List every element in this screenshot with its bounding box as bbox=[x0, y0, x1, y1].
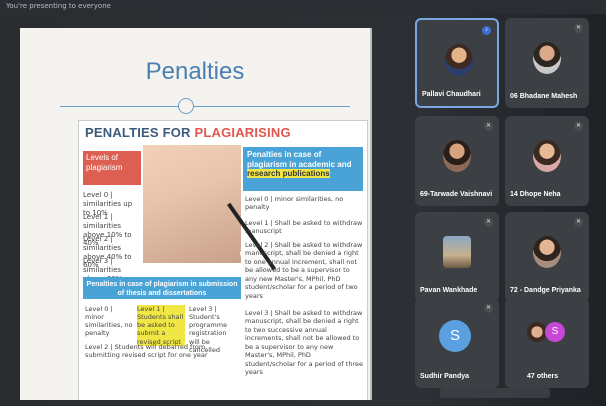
others-initial-avatar: S bbox=[545, 322, 565, 342]
infographic-heading: PENALTIES FOR PLAGIARISING bbox=[85, 125, 291, 140]
participant-name: 06 Bhadane Mahesh bbox=[510, 93, 578, 100]
participant-avatar bbox=[443, 140, 471, 172]
meeting-control-bar[interactable] bbox=[440, 388, 550, 398]
speaking-icon: ♪ bbox=[482, 26, 491, 35]
writing-hand-image bbox=[143, 145, 307, 289]
participant-avatar bbox=[533, 236, 561, 268]
participant-name: 69-Tarwade Vaishnavi bbox=[420, 191, 493, 198]
slide-infographic: PENALTIES FOR PLAGIARISING Levels of pla… bbox=[78, 120, 368, 400]
others-tile[interactable]: S 47 others bbox=[505, 298, 589, 388]
publication-penalty-item: Level 1 | Shall be asked to withdraw man… bbox=[245, 219, 363, 236]
participant-avatar bbox=[443, 236, 471, 268]
slide-title: Penalties bbox=[145, 58, 245, 85]
heading-accent: PLAGIARISING bbox=[194, 125, 291, 140]
participant-name: Pallavi Chaudhari bbox=[422, 91, 481, 98]
others-avatar bbox=[527, 322, 547, 342]
mic-off-icon: ✕ bbox=[574, 122, 583, 131]
publication-penalty-item: Level 0 | minor similarities, no penalty bbox=[245, 195, 344, 212]
publications-header: Penalties in case of plagiarism in acade… bbox=[243, 147, 363, 191]
participant-initial-avatar: S bbox=[439, 320, 471, 352]
slide-divider bbox=[60, 106, 350, 107]
participant-avatar bbox=[445, 44, 473, 76]
participant-name: 14 Dhope Neha bbox=[510, 191, 561, 198]
mic-off-icon: ✕ bbox=[484, 122, 493, 131]
heading-prefix: PENALTIES FOR bbox=[85, 125, 195, 140]
others-count: 47 others bbox=[527, 373, 559, 380]
mic-off-icon: ✕ bbox=[484, 304, 493, 313]
thesis-banner: Penalties in case of plagiarism in submi… bbox=[83, 277, 241, 299]
participant-name: 72 - Dandge Priyanka bbox=[510, 287, 581, 294]
participant-avatar bbox=[533, 140, 561, 172]
participant-avatar bbox=[533, 42, 561, 74]
mic-off-icon: ✕ bbox=[574, 218, 583, 227]
publication-penalty-item: Level 3 | Shall be asked to withdraw man… bbox=[245, 309, 363, 377]
mic-off-icon: ✕ bbox=[574, 24, 583, 33]
participant-tile[interactable]: ✕ 69-Tarwade Vaishnavi bbox=[415, 116, 499, 206]
participant-tile[interactable]: ✕ S Sudhir Pandya bbox=[415, 298, 499, 388]
participant-tile[interactable]: ✕ Pavan Wankhade bbox=[415, 212, 499, 302]
participant-name: Sudhir Pandya bbox=[420, 373, 470, 380]
publications-header-text: Penalties in case of plagiarism in acade… bbox=[247, 150, 352, 169]
publications-highlight: research publications bbox=[247, 169, 330, 179]
participant-tile[interactable]: ✕ 72 - Dandge Priyanka bbox=[505, 212, 589, 302]
thesis-penalty-cell: Level 1 | Students shall be asked to sub… bbox=[137, 305, 185, 346]
participant-name: Pavan Wankhade bbox=[420, 287, 478, 294]
publication-penalty-item: Level 2 | Shall be asked to withdraw man… bbox=[245, 241, 363, 300]
levels-header: Levels of plagiarism bbox=[83, 151, 141, 185]
shared-slide: Penalties PENALTIES FOR PLAGIARISING Lev… bbox=[20, 28, 372, 400]
mic-off-icon: ✕ bbox=[484, 218, 493, 227]
slide-circle-marker bbox=[178, 98, 194, 114]
presentation-status-bar: You're presenting to everyone bbox=[0, 0, 606, 14]
presenting-status-text: You're presenting to everyone bbox=[6, 2, 111, 10]
thesis-penalty-cell: Level 0 | minor similarities, no penalty bbox=[85, 305, 133, 338]
participant-tile[interactable]: ✕ 14 Dhope Neha bbox=[505, 116, 589, 206]
participant-tile[interactable]: ♪ Pallavi Chaudhari bbox=[415, 18, 499, 108]
participant-tile[interactable]: ✕ 06 Bhadane Mahesh bbox=[505, 18, 589, 108]
thesis-penalty-cell: Level 2 | Students will debarred from su… bbox=[85, 343, 208, 360]
